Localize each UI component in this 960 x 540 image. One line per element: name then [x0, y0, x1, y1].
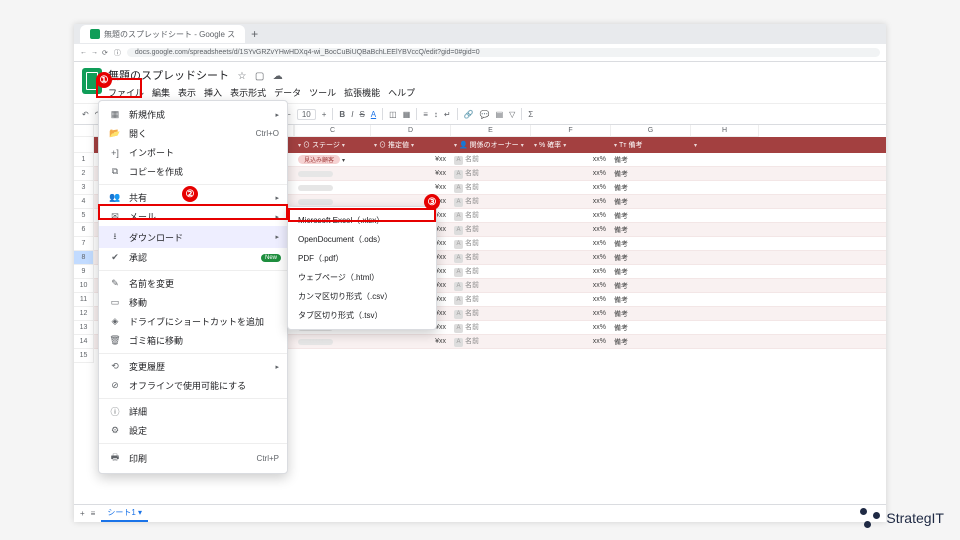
undo-icon[interactable]: ↶: [82, 110, 89, 119]
nav-fwd-icon[interactable]: →: [91, 49, 98, 57]
mi-trash[interactable]: 🗑ゴミ箱に移動: [99, 331, 287, 350]
align-icon[interactable]: ≡: [423, 110, 428, 119]
cloud-icon[interactable]: ☁: [273, 71, 283, 82]
filter-icon[interactable]: ▽: [509, 110, 515, 119]
mi-download[interactable]: ⭳ダウンロード▸: [99, 226, 287, 248]
browser-tab[interactable]: 無題のスプレッドシート - Google ス: [80, 25, 245, 43]
callout-box-2: [98, 204, 288, 220]
mi-copy[interactable]: ⧉コピーを作成: [99, 162, 287, 181]
all-sheets-icon[interactable]: ≡: [91, 509, 96, 518]
mi-import[interactable]: +]インポート: [99, 143, 287, 162]
menubar: ファイル 編集 表示 挿入 表示形式 データ ツール 拡張機能 ヘルプ: [108, 86, 415, 99]
browser-tabbar: 無題のスプレッドシート - Google ス +: [74, 24, 886, 44]
callout-badge-3: ③: [424, 194, 440, 210]
dl-html[interactable]: ウェブページ（.html）: [288, 268, 436, 287]
mi-history[interactable]: ⟲変更履歴▸: [99, 357, 287, 376]
callout-badge-2: ②: [182, 186, 198, 202]
lock-icon: ⓘ: [114, 48, 121, 58]
fontsize[interactable]: 10: [297, 109, 316, 120]
download-submenu: Microsoft Excel（.xlsx） OpenDocument（.ods…: [287, 206, 437, 330]
row-headers: 123456789101112131415: [74, 125, 94, 363]
tab-title: 無題のスプレッドシート - Google ス: [104, 29, 235, 40]
valign-icon[interactable]: ↕: [434, 110, 438, 119]
file-menu-dropdown: ▦新規作成▸ 📂開くCtrl+O +]インポート ⧉コピーを作成 👥共有▸ ✉メ…: [98, 100, 288, 474]
fill-icon[interactable]: ◫: [389, 110, 397, 119]
sheets-favicon-icon: [90, 29, 100, 39]
nav-back-icon[interactable]: ←: [80, 49, 87, 57]
menu-insert[interactable]: 挿入: [204, 86, 222, 99]
new-tab-icon[interactable]: +: [251, 27, 258, 41]
app-window: 無題のスプレッドシート - Google ス + ← → ⟳ ⓘ docs.go…: [74, 24, 886, 522]
wrap-icon[interactable]: ↵: [444, 110, 451, 119]
mi-settings[interactable]: ⚙設定: [99, 421, 287, 440]
browser-urlbar: ← → ⟳ ⓘ docs.google.com/spreadsheets/d/1…: [74, 44, 886, 62]
move-icon[interactable]: ▢: [255, 71, 264, 82]
callout-box-3: [288, 208, 436, 222]
callout-badge-1: ①: [96, 72, 112, 88]
comment-icon[interactable]: 💬: [480, 110, 490, 119]
chart-icon[interactable]: ▤: [496, 110, 504, 119]
sheet-tab-1[interactable]: シート1 ▾: [101, 505, 148, 522]
mi-new[interactable]: ▦新規作成▸: [99, 105, 287, 124]
menu-edit[interactable]: 編集: [152, 86, 170, 99]
mi-rename[interactable]: ✎名前を変更: [99, 274, 287, 293]
nav-reload-icon[interactable]: ⟳: [102, 49, 108, 57]
menu-ext[interactable]: 拡張機能: [344, 86, 380, 99]
mi-shortcut[interactable]: ◈ドライブにショートカットを追加: [99, 312, 287, 331]
menu-tools[interactable]: ツール: [309, 86, 336, 99]
mi-print[interactable]: 🖶印刷Ctrl+P: [99, 447, 287, 469]
link-icon[interactable]: 🔗: [464, 110, 474, 119]
border-icon[interactable]: ▦: [403, 110, 411, 119]
menu-view[interactable]: 表示: [178, 86, 196, 99]
mi-move[interactable]: ▭移動: [99, 293, 287, 312]
menu-help[interactable]: ヘルプ: [388, 86, 415, 99]
mi-approve[interactable]: ✔承認New: [99, 248, 287, 267]
dl-pdf[interactable]: PDF（.pdf）: [288, 249, 436, 268]
sheet-tab-bar: + ≡ シート1 ▾: [74, 504, 886, 522]
menu-format[interactable]: 表示形式: [230, 86, 266, 99]
star-icon[interactable]: ☆: [237, 71, 246, 82]
dl-tsv[interactable]: タブ区切り形式（.tsv）: [288, 306, 436, 325]
dl-ods[interactable]: OpenDocument（.ods）: [288, 230, 436, 249]
sigma-icon[interactable]: Σ: [528, 110, 533, 119]
mi-details[interactable]: ⓘ詳細: [99, 402, 287, 421]
mi-open[interactable]: 📂開くCtrl+O: [99, 124, 287, 143]
menu-data[interactable]: データ: [274, 86, 301, 99]
dl-csv[interactable]: カンマ区切り形式（.csv）: [288, 287, 436, 306]
sheets-header: 無題のスプレッドシート ☆ ▢ ☁ ファイル 編集 表示 挿入 表示形式 データ…: [74, 62, 886, 99]
url-field[interactable]: docs.google.com/spreadsheets/d/1SYvGRZvY…: [127, 48, 880, 57]
mi-offline[interactable]: ⊘オフラインで使用可能にする: [99, 376, 287, 395]
brand-logo: StrategIT: [860, 508, 944, 528]
add-sheet-icon[interactable]: +: [80, 509, 85, 518]
